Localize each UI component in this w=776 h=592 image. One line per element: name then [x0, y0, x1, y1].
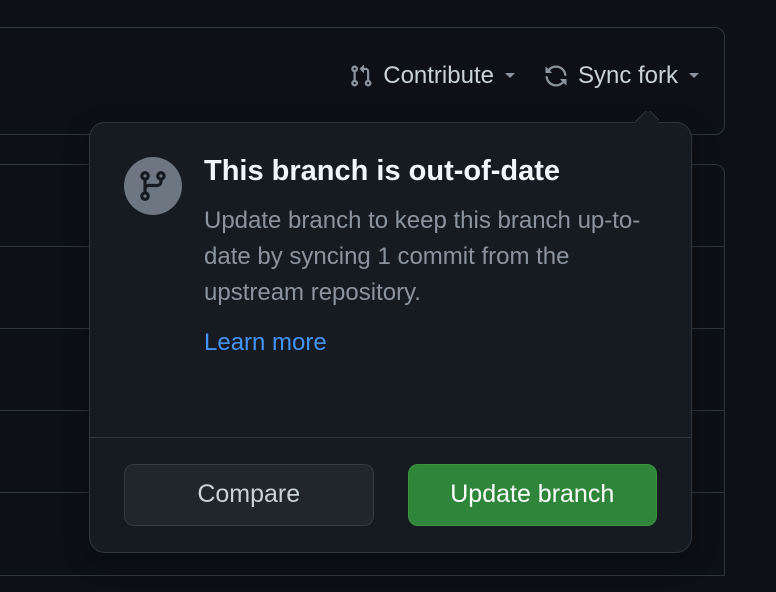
branch-status-icon — [124, 157, 182, 215]
popover-description: Update branch to keep this branch up-to-… — [204, 203, 657, 311]
popover-body: This branch is out-of-date Update branch… — [90, 123, 691, 389]
popover-text: This branch is out-of-date Update branch… — [204, 153, 657, 357]
sync-fork-label: Sync fork — [578, 62, 678, 90]
caret-down-icon — [504, 72, 516, 80]
popover-title: This branch is out-of-date — [204, 153, 657, 191]
contribute-label: Contribute — [383, 62, 494, 90]
toolbar: Contribute Sync fork — [349, 62, 700, 90]
sync-fork-button[interactable]: Sync fork — [544, 62, 700, 90]
learn-more-link[interactable]: Learn more — [204, 329, 327, 356]
contribute-button[interactable]: Contribute — [349, 62, 516, 90]
popover-arrow — [635, 111, 659, 123]
compare-button[interactable]: Compare — [124, 464, 374, 526]
popover-header: This branch is out-of-date Update branch… — [124, 153, 657, 357]
update-branch-button[interactable]: Update branch — [408, 464, 658, 526]
git-branch-icon — [136, 169, 170, 203]
sync-icon — [544, 64, 568, 88]
sync-fork-popover: This branch is out-of-date Update branch… — [89, 122, 692, 553]
pull-request-icon — [349, 64, 373, 88]
caret-down-icon — [688, 72, 700, 80]
popover-footer: Compare Update branch — [90, 437, 691, 552]
